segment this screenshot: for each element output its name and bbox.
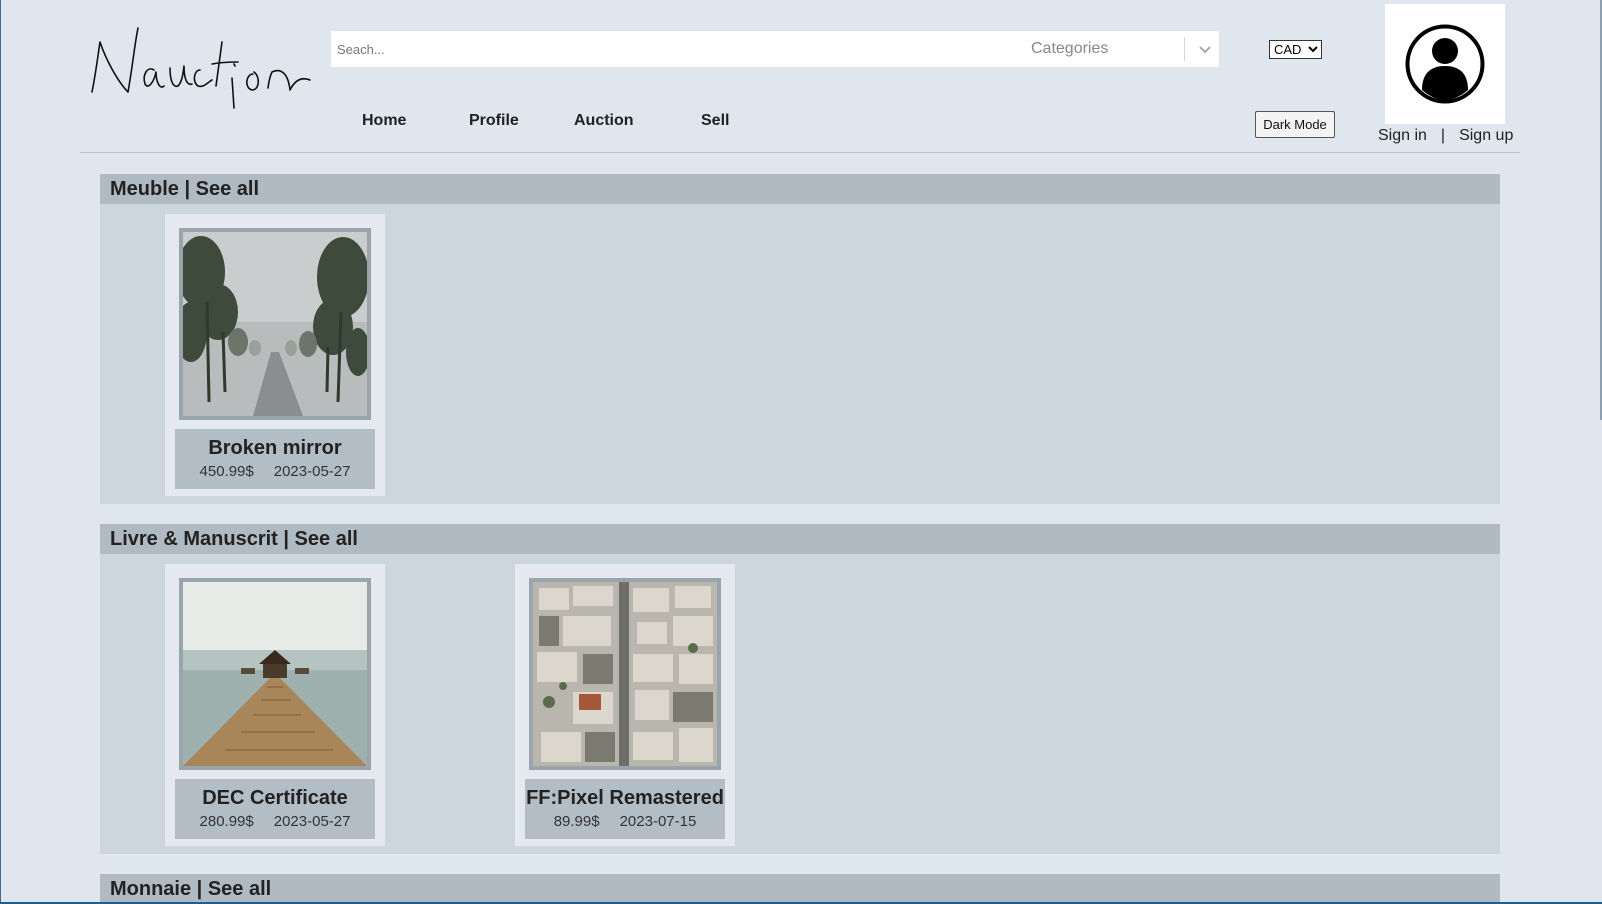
product-info: FF:Pixel Remastered 89.99$ 2023-07-15 [525, 779, 725, 839]
chevron-down-icon[interactable] [1193, 37, 1217, 61]
section-title: Monnaie [110, 878, 192, 900]
section-header: Monnaie | See all [100, 874, 1500, 904]
category-section-livre-manuscrit: Livre & Manuscrit | See all DEC Certific… [100, 524, 1500, 854]
header-divider [80, 152, 1520, 153]
product-price: 89.99$ [553, 813, 600, 830]
dark-mode-button[interactable]: Dark Mode [1255, 111, 1335, 138]
product-image[interactable] [179, 228, 371, 420]
window-left-border [0, 0, 1, 904]
search-input[interactable] [331, 31, 1003, 67]
nauction-logo[interactable] [88, 20, 318, 125]
section-title: Meuble [110, 178, 179, 200]
pier-gazebo-image [183, 582, 367, 766]
nav-profile[interactable]: Profile [469, 112, 519, 130]
category-section-monnaie: Monnaie | See all [100, 874, 1500, 904]
section-separator: | [191, 878, 208, 900]
section-separator: | [178, 178, 196, 200]
categories-divider [1184, 37, 1185, 61]
product-card[interactable]: DEC Certificate 280.99$ 2023-05-27 [165, 564, 385, 846]
see-all-link[interactable]: See all [196, 178, 259, 200]
sign-up-link[interactable]: Sign up [1459, 127, 1513, 145]
avatar[interactable] [1385, 4, 1505, 124]
product-card[interactable]: FF:Pixel Remastered 89.99$ 2023-07-15 [515, 564, 735, 846]
product-image[interactable] [529, 578, 721, 770]
product-meta: 89.99$ 2023-07-15 [525, 813, 725, 830]
product-info: Broken mirror 450.99$ 2023-05-27 [175, 429, 375, 489]
sign-in-link[interactable]: Sign in [1378, 127, 1427, 145]
see-all-link[interactable]: See all [295, 528, 358, 550]
search-bar: Categories [330, 30, 1220, 68]
category-section-meuble: Meuble | See all Broken mirror 450.99$ 2… [100, 174, 1500, 504]
section-header: Meuble | See all [100, 174, 1500, 204]
foggy-tree-road-image [183, 232, 367, 416]
product-date: 2023-05-27 [273, 463, 351, 480]
nav-sell[interactable]: Sell [701, 112, 729, 130]
product-image[interactable] [179, 578, 371, 770]
product-date: 2023-07-15 [619, 813, 697, 830]
product-info: DEC Certificate 280.99$ 2023-05-27 [175, 779, 375, 839]
product-title[interactable]: FF:Pixel Remastered [525, 785, 725, 811]
product-price: 280.99$ [199, 813, 254, 830]
currency-select[interactable]: CAD [1269, 40, 1322, 59]
see-all-link[interactable]: See all [208, 878, 271, 900]
product-card[interactable]: Broken mirror 450.99$ 2023-05-27 [165, 214, 385, 496]
nav-auction[interactable]: Auction [574, 112, 634, 130]
product-title[interactable]: DEC Certificate [175, 785, 375, 811]
nav-home[interactable]: Home [362, 112, 406, 130]
auth-links: Sign in | Sign up [1378, 127, 1513, 145]
aerial-city-image [533, 582, 717, 766]
user-avatar-icon [1405, 24, 1485, 104]
section-title: Livre & Manuscrit [110, 528, 278, 550]
product-meta: 280.99$ 2023-05-27 [175, 813, 375, 830]
product-price: 450.99$ [199, 463, 254, 480]
product-date: 2023-05-27 [273, 813, 351, 830]
product-title[interactable]: Broken mirror [175, 435, 375, 461]
section-header: Livre & Manuscrit | See all [100, 524, 1500, 554]
product-meta: 450.99$ 2023-05-27 [175, 463, 375, 480]
auth-separator: | [1440, 127, 1446, 144]
section-separator: | [277, 528, 295, 550]
